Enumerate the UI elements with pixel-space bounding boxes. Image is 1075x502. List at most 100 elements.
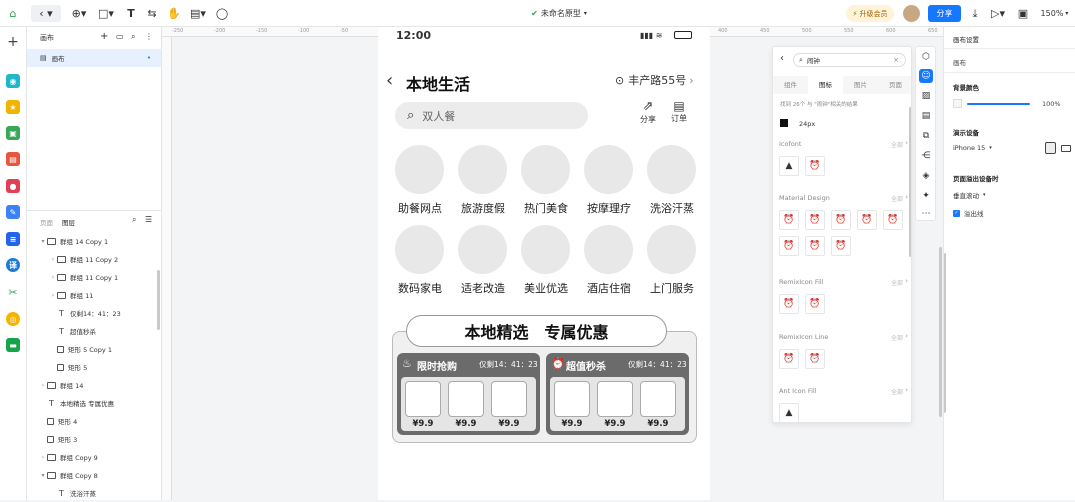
layer-row[interactable]: › 群组 14 [27, 376, 155, 394]
alarm-icon[interactable]: ⏰ [805, 294, 825, 314]
size-label[interactable]: 24px [799, 120, 815, 128]
back-arrow-icon[interactable]: ‹ [386, 70, 393, 91]
overflow-line-checkbox[interactable]: ✓ 溢出线 [953, 208, 984, 218]
share-action[interactable]: ⇗ 分享 [636, 99, 660, 125]
scissors-app-icon[interactable]: ✂ [6, 285, 20, 299]
portrait-icon[interactable] [1045, 142, 1056, 154]
chevron-right-icon[interactable]: › [905, 332, 908, 340]
product-slot[interactable] [640, 381, 676, 417]
deal-card[interactable]: ♨ 限时抢购 仅剩14：41：23 ¥9.9 ¥9.9 ¥9.9 [397, 353, 540, 435]
filter-icon[interactable]: ☰ [145, 215, 152, 224]
chevron-right-icon[interactable]: › [49, 292, 57, 299]
chevron-right-icon[interactable]: › [905, 277, 908, 285]
chevron-right-icon[interactable]: › [905, 139, 908, 147]
canvas-scrollbar[interactable] [939, 247, 942, 417]
alarm-icon[interactable]: ⏰ [779, 294, 799, 314]
category-icon[interactable] [584, 145, 633, 194]
doc-app-icon[interactable]: ▤ [6, 152, 20, 166]
category-icon[interactable] [647, 145, 696, 194]
icon-panel-tab-3[interactable]: 页面 [878, 76, 911, 94]
alarm-icon[interactable]: ⏰ [779, 210, 799, 230]
add-icon[interactable]: + [6, 34, 20, 50]
category-label[interactable]: 数码家电 [385, 280, 455, 296]
more-icon[interactable]: ⋯ [919, 207, 933, 221]
scrollbar[interactable] [944, 253, 946, 413]
opacity-slider[interactable] [967, 103, 1030, 105]
alarm-icon[interactable]: ⏰ [805, 156, 825, 176]
translate-app-icon[interactable]: 译 [6, 258, 20, 272]
category-label[interactable]: 美业优选 [511, 280, 581, 296]
chevron-right-icon[interactable]: › [905, 386, 908, 394]
magic-wand-icon[interactable]: ✦ [919, 189, 933, 203]
category-label[interactable]: 热门美食 [511, 200, 581, 216]
category-icon[interactable] [458, 145, 507, 194]
search-icon[interactable]: ⌕ [131, 32, 135, 42]
category-icon[interactable] [521, 225, 570, 274]
more-icon[interactable]: ⋮ [145, 32, 153, 41]
view-all-link[interactable]: 全部 [891, 278, 903, 287]
icon-panel-tab-0[interactable]: 组件 [773, 76, 808, 94]
category-label[interactable]: 洗浴汗蒸 [637, 200, 707, 216]
record-app-icon[interactable]: ● [6, 179, 20, 193]
play-icon[interactable]: ▷▾ [989, 5, 1007, 22]
alarm-icon[interactable]: ⏰ [805, 236, 825, 256]
category-icon[interactable] [458, 225, 507, 274]
page-add-icon[interactable]: ⊕▾ [68, 5, 90, 22]
color-swatch[interactable] [780, 119, 788, 127]
opacity-value[interactable]: 100% [1042, 100, 1061, 108]
product-slot[interactable] [554, 381, 590, 417]
alarm-icon[interactable]: ⏰ [831, 236, 851, 256]
hand-tool-icon[interactable]: ✋ [167, 5, 181, 22]
view-all-link[interactable]: 全部 [891, 333, 903, 342]
rectangle-tool-icon[interactable]: □▾ [95, 5, 117, 22]
chevron-right-icon[interactable]: › [39, 454, 47, 461]
scrollbar[interactable] [909, 107, 911, 257]
search-icon[interactable]: ⌕ [132, 215, 136, 225]
cube-icon[interactable]: ⬡ [919, 50, 933, 64]
order-action[interactable]: ▤ 订单 [667, 99, 691, 124]
layer-row[interactable]: › 群组 Copy 9 [27, 448, 155, 466]
image-icon[interactable]: ▨ [919, 89, 933, 103]
alarm-icon[interactable]: ⏰ [805, 349, 825, 369]
alarm-icon[interactable]: ⏰ [831, 210, 851, 230]
category-label[interactable]: 上门服务 [637, 280, 707, 296]
back-icon[interactable]: ‹ [780, 53, 784, 64]
edit-app-icon[interactable]: ✎ [6, 205, 20, 219]
chat-icon[interactable]: ◯ [215, 5, 229, 22]
deal-card[interactable]: ⏰ 超值秒杀 仅剩14：41：23 ¥9.9 ¥9.9 ¥9.9 [546, 353, 689, 435]
download-icon[interactable]: ⤓ [969, 5, 981, 22]
category-label[interactable]: 旅游度假 [448, 200, 518, 216]
category-icon[interactable] [521, 145, 570, 194]
view-all-link[interactable]: 全部 [891, 194, 903, 203]
canvas-page-item[interactable]: ▤ 画布 • [27, 49, 161, 67]
weibo-app-icon[interactable]: ◎ [6, 312, 20, 326]
alarm-icon[interactable]: ⏰ [779, 236, 799, 256]
icon-panel-tab-2[interactable]: 图片 [843, 76, 878, 94]
sheet-app-icon[interactable]: ▬ [6, 338, 20, 352]
layer-row[interactable]: 矩形 5 Copy 1 [27, 340, 155, 358]
icon-search-input[interactable]: ⌕ 闹钟 × [793, 53, 906, 67]
location-selector[interactable]: ⊙ 丰产路55号 › [615, 72, 694, 88]
app-icon-1[interactable]: ◉ [6, 74, 20, 88]
layer-row[interactable]: ▾ 群组 14 Copy 1 [27, 232, 155, 250]
device-select[interactable]: iPhone 15 ▾ [953, 144, 992, 152]
layer-row[interactable]: 矩形 4 [27, 412, 155, 430]
chevron-down-icon[interactable]: ▾ [39, 238, 47, 245]
home-icon[interactable]: ⌂ [6, 5, 20, 22]
category-label[interactable]: 按摩理疗 [574, 200, 644, 216]
text-app-icon[interactable]: ≡ [6, 232, 20, 246]
layer-row[interactable]: ▾ 群组 Copy 8 [27, 466, 155, 484]
chevron-right-icon[interactable]: › [49, 274, 57, 281]
layer-row[interactable]: › 群组 11 Copy 1 [27, 268, 155, 286]
doc-title[interactable]: ✔ 未命名原型 ▾ [519, 5, 599, 22]
layer-row[interactable]: T 超值秒杀 [27, 322, 155, 340]
star-app-icon[interactable]: ★ [6, 100, 20, 114]
alarm-icon[interactable]: ⏰ [857, 210, 877, 230]
layer-row[interactable]: T 仅剩14：41：23 [27, 304, 155, 322]
view-all-link[interactable]: 全部 [891, 387, 903, 396]
alarm-icon[interactable]: ▲ [779, 156, 799, 176]
phone-artboard[interactable]: 12:00 ▮▮▮ ≋ ‹ 本地生活 ⊙ 丰产路55号 › ⌕ 双人餐 ⇗ 分享… [378, 27, 710, 500]
product-slot[interactable] [448, 381, 484, 417]
product-slot[interactable] [405, 381, 441, 417]
layer-row[interactable]: 矩形 3 [27, 430, 155, 448]
